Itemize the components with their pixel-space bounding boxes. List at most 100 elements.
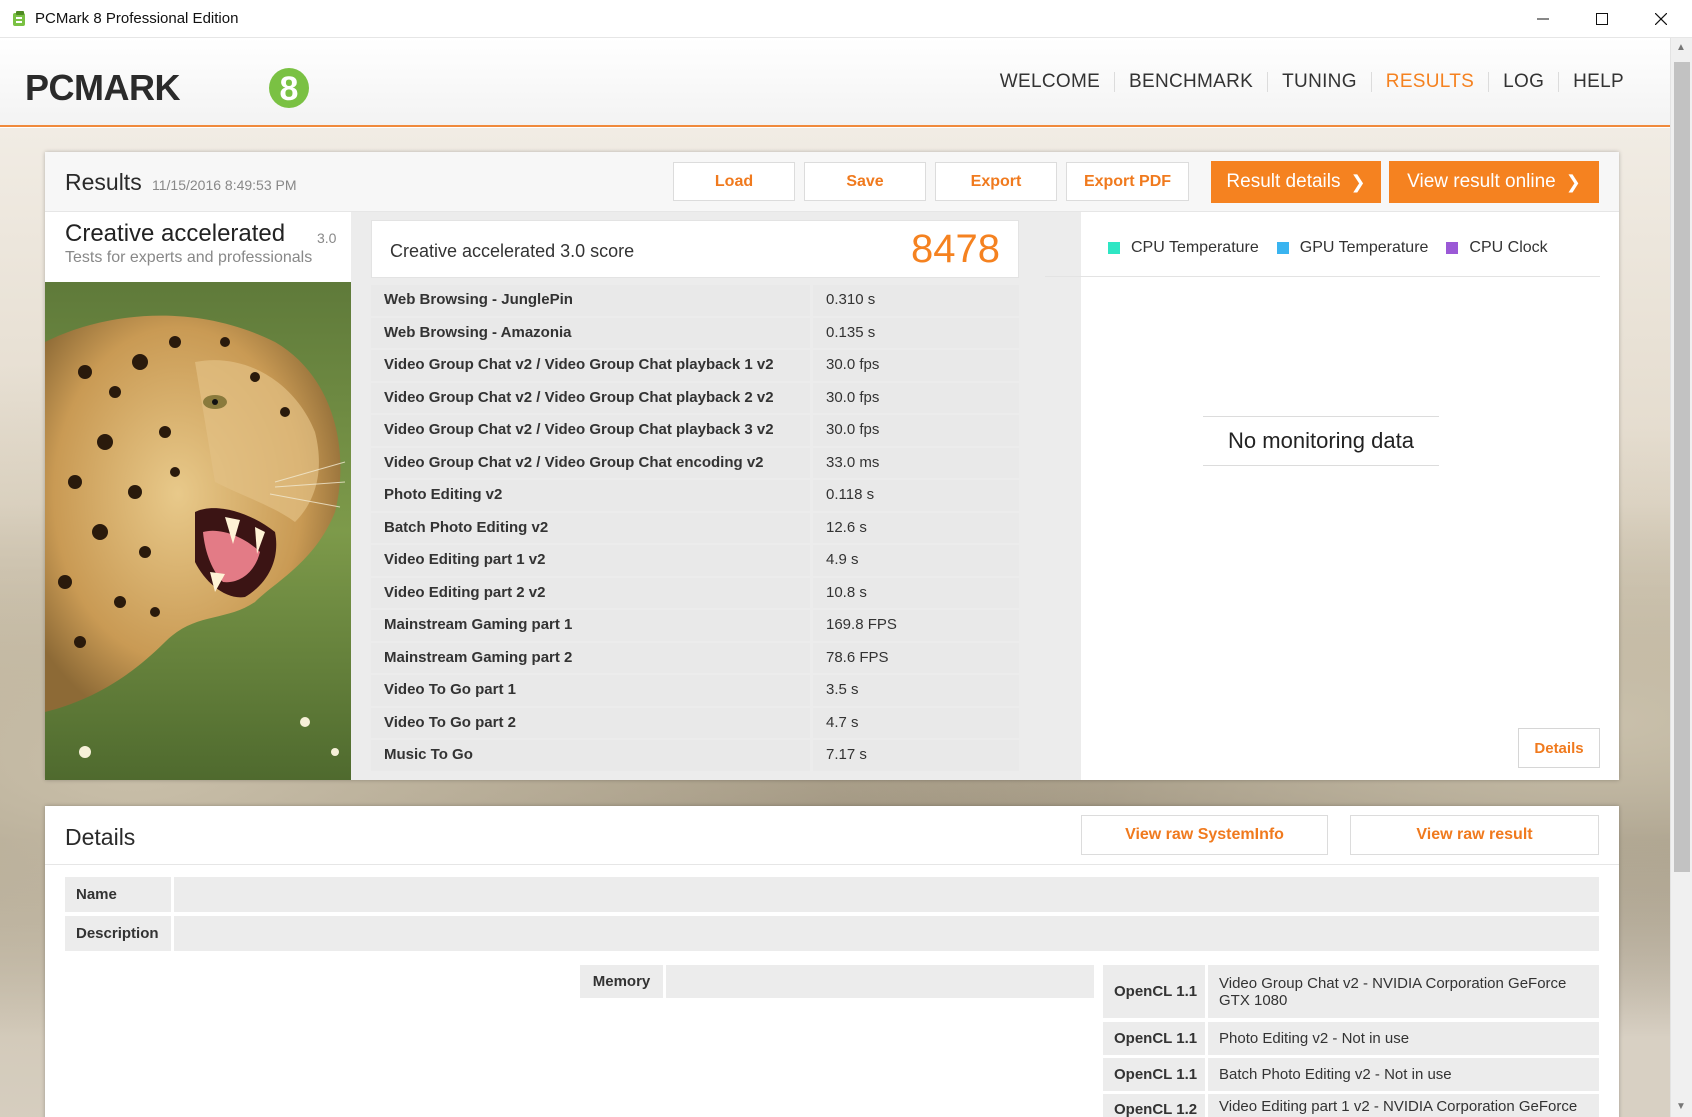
window-title: PCMark 8 Professional Edition (35, 10, 239, 27)
results-header: Results 11/15/2016 8:49:53 PM Load Save … (45, 152, 1619, 212)
monitoring-legend: CPU Temperature GPU Temperature CPU Cloc… (1108, 239, 1548, 257)
opencl-row: OpenCL 1.1 Video Group Chat v2 - NVIDIA … (1103, 965, 1599, 1018)
legend-swatch (1108, 242, 1120, 254)
scroll-down-icon[interactable]: ▼ (1676, 1101, 1686, 1112)
memory-value (666, 965, 1094, 998)
opencl-api: OpenCL 1.1 (1103, 965, 1205, 1018)
name-label: Name (65, 877, 171, 912)
export-pdf-button[interactable]: Export PDF (1066, 162, 1189, 201)
table-row: Video Group Chat v2 / Video Group Chat p… (371, 382, 1019, 413)
test-row-name: Video Group Chat v2 / Video Group Chat p… (371, 382, 810, 413)
table-row: Video Editing part 2 v2 10.8 s (371, 577, 1019, 608)
score-label: Creative accelerated 3.0 score (390, 241, 635, 261)
test-row-name: Web Browsing - Amazonia (371, 317, 810, 348)
opencl-text: Photo Editing v2 - Not in use (1208, 1022, 1599, 1055)
opencl-text: Video Editing part 1 v2 - NVIDIA Corpora… (1208, 1094, 1599, 1117)
opencl-row: OpenCL 1.2 Video Editing part 1 v2 - NVI… (1103, 1094, 1599, 1117)
pcmark-app-icon (13, 11, 25, 26)
test-row-value: 33.0 ms (813, 447, 1019, 478)
details-panel: Details View raw SystemInfo View raw res… (45, 806, 1619, 1117)
test-row-value: 169.8 FPS (813, 610, 1019, 641)
view-raw-result-button[interactable]: View raw result (1350, 815, 1599, 855)
scroll-up-icon[interactable]: ▲ (1676, 42, 1686, 53)
test-row-name: Mainstream Gaming part 1 (371, 610, 810, 641)
test-row-name: Photo Editing v2 (371, 480, 810, 511)
nav-welcome[interactable]: WELCOME (986, 72, 1114, 92)
nav-tuning[interactable]: TUNING (1267, 72, 1371, 92)
svg-text:PCMARK: PCMARK (25, 67, 180, 108)
nav-benchmark[interactable]: BENCHMARK (1114, 72, 1267, 92)
memory-label: Memory (580, 965, 663, 998)
test-row-name: Video Editing part 1 v2 (371, 545, 810, 576)
test-row-name: Video Editing part 2 v2 (371, 577, 810, 608)
save-button[interactable]: Save (804, 162, 926, 201)
load-button[interactable]: Load (673, 162, 795, 201)
name-row: Name (65, 877, 1599, 912)
table-row: Batch Photo Editing v2 12.6 s (371, 512, 1019, 543)
result-details-label: Result details (1226, 171, 1341, 192)
results-date: 11/15/2016 8:49:53 PM (152, 177, 297, 193)
chevron-right-icon: ❯ (1565, 171, 1581, 192)
result-details-button[interactable]: Result details ❯ (1211, 161, 1381, 203)
test-row-name: Mainstream Gaming part 2 (371, 642, 810, 673)
opencl-api: OpenCL 1.1 (1103, 1058, 1205, 1091)
legend-swatch (1446, 242, 1459, 254)
test-row-value: 30.0 fps (813, 350, 1019, 381)
test-row-value: 4.9 s (813, 545, 1019, 576)
export-button[interactable]: Export (935, 162, 1057, 201)
app-header: PCMARK 8 WELCOME BENCHMARK TUNING RESULT… (0, 38, 1670, 127)
test-name: Creative accelerated (65, 220, 286, 247)
close-button[interactable] (1632, 0, 1690, 38)
table-row: Video To Go part 2 4.7 s (371, 707, 1019, 738)
nav-results[interactable]: RESULTS (1370, 72, 1488, 92)
scrollbar-thumb[interactable] (1674, 62, 1690, 872)
view-result-online-button[interactable]: View result online ❯ (1389, 161, 1599, 203)
name-value (174, 877, 1599, 912)
svg-text:8: 8 (280, 70, 299, 108)
table-row: Web Browsing - Amazonia 0.135 s (371, 317, 1019, 348)
chevron-right-icon: ❯ (1350, 171, 1366, 192)
test-row-name: Video Group Chat v2 / Video Group Chat p… (371, 350, 810, 381)
legend-label: CPU Clock (1469, 239, 1548, 256)
title-bar: PCMark 8 Professional Edition (0, 0, 1692, 38)
view-raw-systeminfo-button[interactable]: View raw SystemInfo (1081, 815, 1328, 855)
opencl-row: OpenCL 1.1 Batch Photo Editing v2 - Not … (1103, 1058, 1599, 1091)
test-row-name: Video Group Chat v2 / Video Group Chat p… (371, 415, 810, 446)
no-monitoring-data: No monitoring data (1203, 416, 1439, 466)
legend-item-gpu-temperature[interactable]: GPU Temperature (1276, 239, 1428, 257)
opencl-api: OpenCL 1.2 (1103, 1094, 1205, 1117)
opencl-text: Batch Photo Editing v2 - Not in use (1208, 1058, 1599, 1091)
opencl-row: OpenCL 1.1 Photo Editing v2 - Not in use (1103, 1022, 1599, 1055)
maximize-button[interactable] (1573, 0, 1631, 38)
nav-help[interactable]: HELP (1558, 72, 1638, 92)
table-row: Video Group Chat v2 / Video Group Chat p… (371, 350, 1019, 381)
table-row: Photo Editing v2 0.118 s (371, 480, 1019, 511)
test-row-name: Music To Go (371, 740, 810, 771)
test-row-value: 7.17 s (813, 740, 1019, 771)
table-row: Web Browsing - JunglePin 0.310 s (371, 285, 1019, 316)
legend-swatch (1276, 242, 1289, 254)
vertical-scrollbar[interactable]: ▲ ▼ (1670, 38, 1692, 1117)
opencl-api: OpenCL 1.1 (1103, 1022, 1205, 1055)
score-box: Creative accelerated 3.0 score 8478 (371, 220, 1019, 278)
description-value (174, 916, 1599, 951)
legend-item-cpu-clock[interactable]: CPU Clock (1446, 239, 1548, 257)
divider (45, 864, 1619, 865)
close-icon (1655, 13, 1667, 25)
table-row: Mainstream Gaming part 2 78.6 FPS (371, 642, 1019, 673)
test-row-value: 0.135 s (813, 317, 1019, 348)
nav-log[interactable]: LOG (1488, 72, 1558, 92)
test-row-value: 12.6 s (813, 512, 1019, 543)
table-row: Video To Go part 1 3.5 s (371, 675, 1019, 706)
legend-item-cpu-temperature[interactable]: CPU Temperature (1108, 239, 1259, 257)
table-row: Video Group Chat v2 / Video Group Chat p… (371, 415, 1019, 446)
test-row-name: Video Group Chat v2 / Video Group Chat e… (371, 447, 810, 478)
details-title: Details (65, 824, 136, 850)
monitoring-details-button[interactable]: Details (1518, 728, 1600, 768)
table-row: Video Editing part 1 v2 4.9 s (371, 545, 1019, 576)
test-row-value: 0.118 s (813, 480, 1019, 511)
minimize-button[interactable] (1514, 0, 1572, 38)
test-row-name: Video To Go part 2 (371, 707, 810, 738)
main-nav: WELCOME BENCHMARK TUNING RESULTS LOG HEL… (986, 72, 1638, 92)
description-row: Description (65, 916, 1599, 951)
